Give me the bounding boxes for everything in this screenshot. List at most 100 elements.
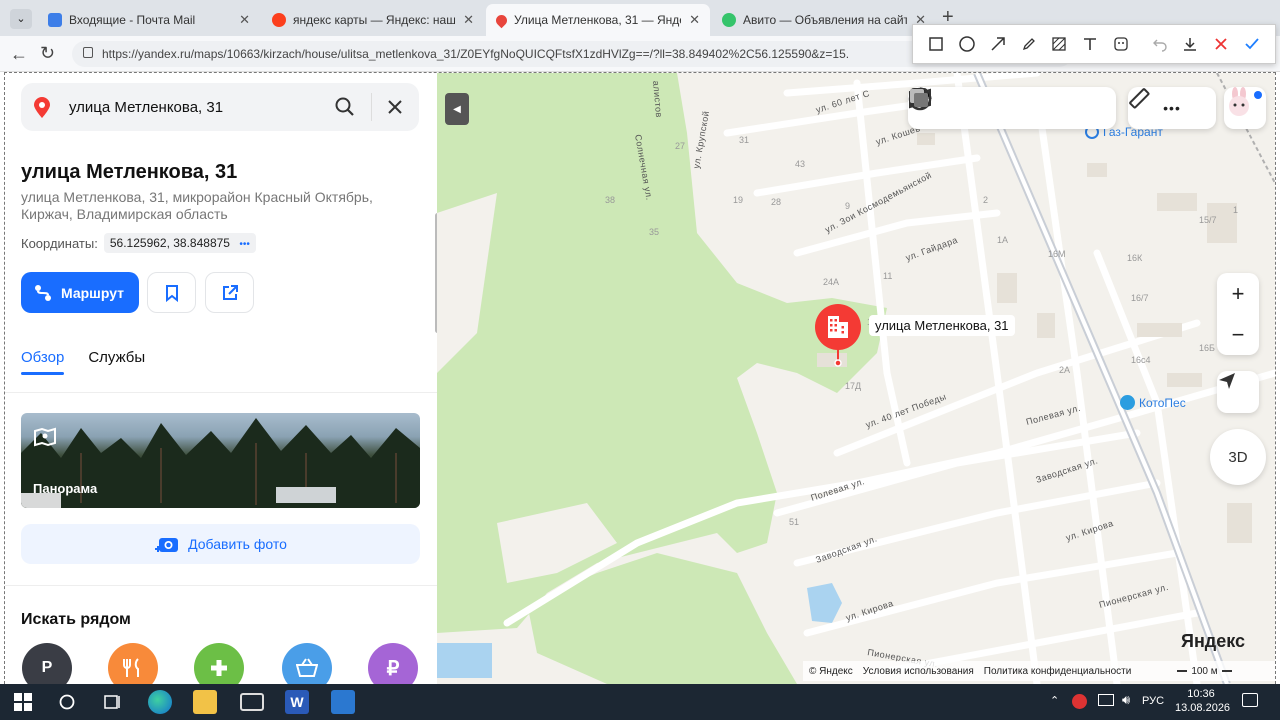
map-pin-icon [34, 97, 50, 118]
nearby-pharmacy-button[interactable] [194, 643, 244, 684]
windows-start-icon[interactable] [14, 693, 32, 711]
rectangle-tool-icon[interactable] [921, 28, 952, 60]
file-explorer-icon[interactable] [193, 690, 217, 714]
house-number: 16с4 [1131, 355, 1151, 365]
share-icon [222, 284, 238, 300]
nearby-bank-button[interactable]: ₽ [368, 643, 418, 684]
panorama-label: Панорама [33, 481, 98, 496]
download-icon[interactable] [1175, 28, 1206, 60]
map-canvas[interactable]: ул. 60 лет С ул. Кошев ул. Зои Космодемь… [437, 73, 1275, 684]
mail-favicon-icon [48, 13, 62, 27]
bookmark-button[interactable] [147, 272, 196, 313]
card-tabs: Обзор Службы [21, 349, 145, 375]
scale-line [1177, 670, 1188, 672]
house-number: 2А [1059, 365, 1070, 375]
word-icon[interactable]: W [285, 690, 309, 714]
yandex-browser-tray-icon[interactable] [1072, 694, 1087, 709]
mail-icon[interactable] [240, 693, 264, 711]
scale-bar: 100 м [1177, 665, 1232, 677]
search-input[interactable]: улица Метленкова, 31 [69, 99, 223, 116]
undo-icon[interactable] [1144, 28, 1175, 60]
user-avatar[interactable] [1224, 87, 1266, 129]
volume-icon[interactable]: 🔊︎ [1122, 692, 1130, 708]
tab-title: яндекс карты — Яндекс: нашлось [293, 13, 456, 27]
house-number: 27 [675, 141, 685, 151]
cancel-icon[interactable] [1206, 28, 1237, 60]
scale-line [1221, 670, 1232, 672]
3d-label: 3D [1228, 448, 1248, 466]
collapse-panel-button[interactable]: ◀ [445, 93, 469, 125]
task-view-icon[interactable] [103, 693, 121, 711]
more-icon[interactable]: ••• [239, 239, 250, 250]
ellipse-tool-icon[interactable] [952, 28, 983, 60]
chevron-up-icon[interactable]: ⌃ [1050, 694, 1059, 707]
back-arrow-icon[interactable]: ← [10, 44, 28, 65]
search-box[interactable]: улица Метленкова, 31 [21, 83, 419, 131]
ruler-icon[interactable] [1128, 87, 1150, 109]
poi-kotopes[interactable]: КотоПес [1120, 395, 1186, 410]
coordinates-text: 56.125962, 38.848875 [109, 236, 230, 250]
close-icon[interactable]: ✕ [239, 12, 250, 28]
tab-services[interactable]: Службы [88, 349, 145, 366]
nearby-shop-button[interactable] [282, 643, 332, 684]
confirm-icon[interactable] [1236, 28, 1267, 60]
mosaic-tool-icon[interactable] [1044, 28, 1075, 60]
route-button[interactable]: Маршрут [21, 272, 139, 313]
search-icon[interactable] [335, 97, 355, 117]
scale-text: 100 м [1191, 665, 1218, 677]
tab-title: Входящие - Почта Mail [69, 13, 196, 27]
network-icon[interactable] [1098, 694, 1114, 706]
nearby-parking-button[interactable]: P [22, 643, 72, 684]
tab-list-dropdown[interactable]: ⌄ [10, 9, 32, 29]
coordinates-row: Координаты: 56.125962, 38.848875 ••• [21, 233, 256, 253]
divider [5, 585, 437, 586]
tab-yandex-search[interactable]: яндекс карты — Яндекс: нашлось ✕ [262, 4, 484, 36]
close-icon[interactable]: ✕ [463, 12, 474, 28]
tab-overview[interactable]: Обзор [21, 349, 65, 375]
sticker-tool-icon[interactable] [1105, 28, 1136, 60]
tab-avito[interactable]: Авито — Объявления на сайте А ✕ [712, 4, 936, 36]
clock-time: 10:36 [1187, 688, 1215, 700]
zoom-in-button[interactable]: + [1217, 273, 1259, 314]
yandex-logo: Яндекс [1181, 631, 1246, 651]
notifications-icon[interactable] [1242, 693, 1258, 707]
tab-yandex-maps[interactable]: Улица Метленкова, 31 — Яндекс ✕ [486, 4, 710, 36]
house-number: 1А [997, 235, 1008, 245]
terms-link[interactable]: Условия использования [863, 666, 974, 677]
my-location-button[interactable] [1217, 371, 1259, 413]
yandex-favicon-icon [272, 13, 286, 27]
house-number: 38 [605, 195, 615, 205]
pen-tool-icon[interactable] [1013, 28, 1044, 60]
nearby-food-button[interactable] [108, 643, 158, 684]
coordinates-value[interactable]: 56.125962, 38.848875 ••• [103, 233, 256, 253]
panorama-icon [34, 427, 56, 447]
text-tool-icon[interactable] [1075, 28, 1106, 60]
tab-title: Авито — Объявления на сайте А [743, 13, 908, 27]
house-number: 15/7 [1199, 215, 1217, 225]
pet-icon [1120, 395, 1135, 410]
map-view[interactable]: ул. 60 лет С ул. Кошев ул. Зои Космодемь… [437, 73, 1275, 684]
tab-mail[interactable]: Входящие - Почта Mail ✕ [38, 4, 260, 36]
house-number: 35 [649, 227, 659, 237]
house-number: 28 [771, 197, 781, 207]
arrow-tool-icon[interactable] [982, 28, 1013, 60]
reload-icon[interactable]: ↻ [40, 43, 55, 64]
language-indicator[interactable]: РУС [1142, 695, 1164, 707]
edge-icon[interactable] [148, 690, 172, 714]
more-icon[interactable]: ••• [1163, 100, 1181, 116]
add-photo-button[interactable]: Добавить фото [21, 524, 420, 564]
map-layers-icon[interactable] [908, 87, 930, 109]
search-icon[interactable] [58, 693, 76, 711]
share-button[interactable] [205, 272, 254, 313]
close-icon[interactable]: ✕ [689, 12, 700, 28]
map-footer: © Яндекс Условия использования Политика … [803, 661, 1275, 681]
close-icon[interactable] [388, 100, 402, 114]
lock-icon [83, 47, 93, 58]
store-icon[interactable] [331, 690, 355, 714]
3d-button[interactable]: 3D [1210, 429, 1266, 485]
route-label: Маршрут [61, 284, 125, 301]
privacy-link[interactable]: Политика конфиденциальности [984, 666, 1132, 677]
panorama-preview[interactable]: Панорама [21, 413, 420, 508]
zoom-out-button[interactable]: − [1217, 314, 1259, 355]
clock[interactable]: 10:36 13.08.2026 [1175, 687, 1230, 715]
